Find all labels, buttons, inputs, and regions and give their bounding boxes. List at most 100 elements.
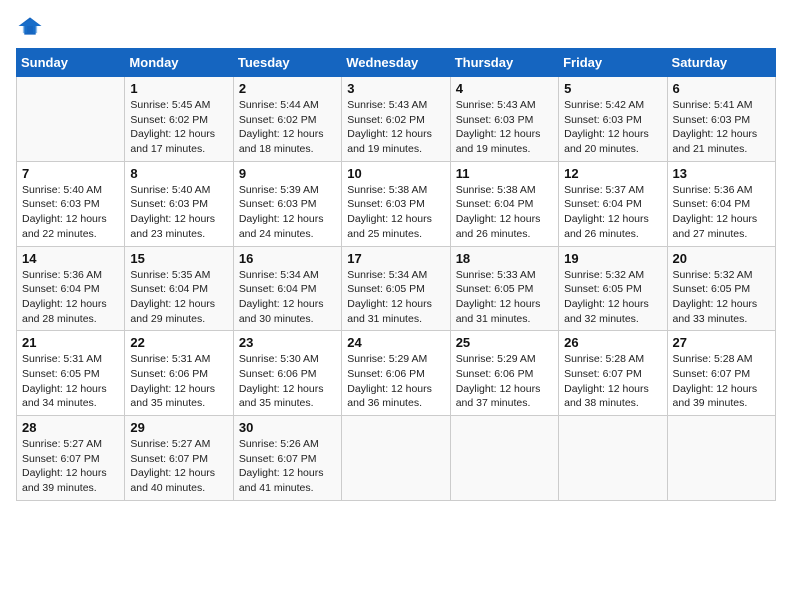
column-header-friday: Friday [559, 49, 667, 77]
cell-info: Sunrise: 5:45 AMSunset: 6:02 PMDaylight:… [130, 99, 215, 155]
day-number: 1 [130, 81, 227, 96]
calendar-cell: 5 Sunrise: 5:42 AMSunset: 6:03 PMDayligh… [559, 77, 667, 162]
calendar-table: SundayMondayTuesdayWednesdayThursdayFrid… [16, 48, 776, 501]
cell-info: Sunrise: 5:38 AMSunset: 6:04 PMDaylight:… [456, 184, 541, 240]
cell-info: Sunrise: 5:33 AMSunset: 6:05 PMDaylight:… [456, 269, 541, 325]
day-number: 21 [22, 335, 119, 350]
day-number: 24 [347, 335, 444, 350]
day-number: 11 [456, 166, 553, 181]
calendar-cell: 23 Sunrise: 5:30 AMSunset: 6:06 PMDaylig… [233, 331, 341, 416]
cell-info: Sunrise: 5:32 AMSunset: 6:05 PMDaylight:… [564, 269, 649, 325]
calendar-cell: 3 Sunrise: 5:43 AMSunset: 6:02 PMDayligh… [342, 77, 450, 162]
day-number: 16 [239, 251, 336, 266]
calendar-cell: 19 Sunrise: 5:32 AMSunset: 6:05 PMDaylig… [559, 246, 667, 331]
calendar-cell: 9 Sunrise: 5:39 AMSunset: 6:03 PMDayligh… [233, 161, 341, 246]
logo [16, 16, 48, 36]
cell-info: Sunrise: 5:40 AMSunset: 6:03 PMDaylight:… [130, 184, 215, 240]
calendar-cell: 10 Sunrise: 5:38 AMSunset: 6:03 PMDaylig… [342, 161, 450, 246]
cell-info: Sunrise: 5:40 AMSunset: 6:03 PMDaylight:… [22, 184, 107, 240]
cell-info: Sunrise: 5:37 AMSunset: 6:04 PMDaylight:… [564, 184, 649, 240]
calendar-cell: 25 Sunrise: 5:29 AMSunset: 6:06 PMDaylig… [450, 331, 558, 416]
calendar-week-row: 7 Sunrise: 5:40 AMSunset: 6:03 PMDayligh… [17, 161, 776, 246]
day-number: 13 [673, 166, 770, 181]
day-number: 5 [564, 81, 661, 96]
cell-info: Sunrise: 5:35 AMSunset: 6:04 PMDaylight:… [130, 269, 215, 325]
day-number: 29 [130, 420, 227, 435]
calendar-cell: 12 Sunrise: 5:37 AMSunset: 6:04 PMDaylig… [559, 161, 667, 246]
calendar-cell: 24 Sunrise: 5:29 AMSunset: 6:06 PMDaylig… [342, 331, 450, 416]
day-number: 22 [130, 335, 227, 350]
cell-info: Sunrise: 5:34 AMSunset: 6:04 PMDaylight:… [239, 269, 324, 325]
column-header-thursday: Thursday [450, 49, 558, 77]
cell-info: Sunrise: 5:29 AMSunset: 6:06 PMDaylight:… [347, 353, 432, 409]
cell-info: Sunrise: 5:32 AMSunset: 6:05 PMDaylight:… [673, 269, 758, 325]
cell-info: Sunrise: 5:27 AMSunset: 6:07 PMDaylight:… [22, 438, 107, 494]
calendar-cell: 22 Sunrise: 5:31 AMSunset: 6:06 PMDaylig… [125, 331, 233, 416]
column-header-monday: Monday [125, 49, 233, 77]
day-number: 19 [564, 251, 661, 266]
calendar-cell [342, 416, 450, 501]
calendar-cell: 16 Sunrise: 5:34 AMSunset: 6:04 PMDaylig… [233, 246, 341, 331]
cell-info: Sunrise: 5:31 AMSunset: 6:05 PMDaylight:… [22, 353, 107, 409]
day-number: 12 [564, 166, 661, 181]
calendar-cell [17, 77, 125, 162]
day-number: 15 [130, 251, 227, 266]
calendar-cell: 11 Sunrise: 5:38 AMSunset: 6:04 PMDaylig… [450, 161, 558, 246]
day-number: 17 [347, 251, 444, 266]
day-number: 2 [239, 81, 336, 96]
day-number: 10 [347, 166, 444, 181]
calendar-cell: 18 Sunrise: 5:33 AMSunset: 6:05 PMDaylig… [450, 246, 558, 331]
calendar-cell: 27 Sunrise: 5:28 AMSunset: 6:07 PMDaylig… [667, 331, 775, 416]
logo-icon [16, 16, 44, 36]
calendar-cell: 21 Sunrise: 5:31 AMSunset: 6:05 PMDaylig… [17, 331, 125, 416]
cell-info: Sunrise: 5:34 AMSunset: 6:05 PMDaylight:… [347, 269, 432, 325]
cell-info: Sunrise: 5:43 AMSunset: 6:03 PMDaylight:… [456, 99, 541, 155]
page-header [16, 16, 776, 36]
day-number: 28 [22, 420, 119, 435]
calendar-week-row: 28 Sunrise: 5:27 AMSunset: 6:07 PMDaylig… [17, 416, 776, 501]
calendar-cell [667, 416, 775, 501]
cell-info: Sunrise: 5:42 AMSunset: 6:03 PMDaylight:… [564, 99, 649, 155]
cell-info: Sunrise: 5:27 AMSunset: 6:07 PMDaylight:… [130, 438, 215, 494]
calendar-cell: 1 Sunrise: 5:45 AMSunset: 6:02 PMDayligh… [125, 77, 233, 162]
cell-info: Sunrise: 5:26 AMSunset: 6:07 PMDaylight:… [239, 438, 324, 494]
day-number: 3 [347, 81, 444, 96]
calendar-week-row: 1 Sunrise: 5:45 AMSunset: 6:02 PMDayligh… [17, 77, 776, 162]
calendar-cell: 15 Sunrise: 5:35 AMSunset: 6:04 PMDaylig… [125, 246, 233, 331]
cell-info: Sunrise: 5:28 AMSunset: 6:07 PMDaylight:… [564, 353, 649, 409]
cell-info: Sunrise: 5:44 AMSunset: 6:02 PMDaylight:… [239, 99, 324, 155]
day-number: 9 [239, 166, 336, 181]
calendar-cell: 4 Sunrise: 5:43 AMSunset: 6:03 PMDayligh… [450, 77, 558, 162]
day-number: 30 [239, 420, 336, 435]
cell-info: Sunrise: 5:43 AMSunset: 6:02 PMDaylight:… [347, 99, 432, 155]
calendar-week-row: 14 Sunrise: 5:36 AMSunset: 6:04 PMDaylig… [17, 246, 776, 331]
calendar-cell [559, 416, 667, 501]
column-header-wednesday: Wednesday [342, 49, 450, 77]
cell-info: Sunrise: 5:28 AMSunset: 6:07 PMDaylight:… [673, 353, 758, 409]
cell-info: Sunrise: 5:38 AMSunset: 6:03 PMDaylight:… [347, 184, 432, 240]
calendar-cell: 14 Sunrise: 5:36 AMSunset: 6:04 PMDaylig… [17, 246, 125, 331]
calendar-cell: 26 Sunrise: 5:28 AMSunset: 6:07 PMDaylig… [559, 331, 667, 416]
calendar-cell: 8 Sunrise: 5:40 AMSunset: 6:03 PMDayligh… [125, 161, 233, 246]
day-number: 14 [22, 251, 119, 266]
calendar-week-row: 21 Sunrise: 5:31 AMSunset: 6:05 PMDaylig… [17, 331, 776, 416]
day-number: 7 [22, 166, 119, 181]
column-header-tuesday: Tuesday [233, 49, 341, 77]
calendar-cell: 13 Sunrise: 5:36 AMSunset: 6:04 PMDaylig… [667, 161, 775, 246]
day-number: 8 [130, 166, 227, 181]
calendar-cell: 29 Sunrise: 5:27 AMSunset: 6:07 PMDaylig… [125, 416, 233, 501]
cell-info: Sunrise: 5:36 AMSunset: 6:04 PMDaylight:… [22, 269, 107, 325]
day-number: 18 [456, 251, 553, 266]
calendar-cell: 17 Sunrise: 5:34 AMSunset: 6:05 PMDaylig… [342, 246, 450, 331]
day-number: 23 [239, 335, 336, 350]
cell-info: Sunrise: 5:41 AMSunset: 6:03 PMDaylight:… [673, 99, 758, 155]
cell-info: Sunrise: 5:36 AMSunset: 6:04 PMDaylight:… [673, 184, 758, 240]
calendar-cell: 6 Sunrise: 5:41 AMSunset: 6:03 PMDayligh… [667, 77, 775, 162]
calendar-cell [450, 416, 558, 501]
calendar-cell: 28 Sunrise: 5:27 AMSunset: 6:07 PMDaylig… [17, 416, 125, 501]
cell-info: Sunrise: 5:39 AMSunset: 6:03 PMDaylight:… [239, 184, 324, 240]
cell-info: Sunrise: 5:30 AMSunset: 6:06 PMDaylight:… [239, 353, 324, 409]
cell-info: Sunrise: 5:31 AMSunset: 6:06 PMDaylight:… [130, 353, 215, 409]
day-number: 20 [673, 251, 770, 266]
day-number: 27 [673, 335, 770, 350]
